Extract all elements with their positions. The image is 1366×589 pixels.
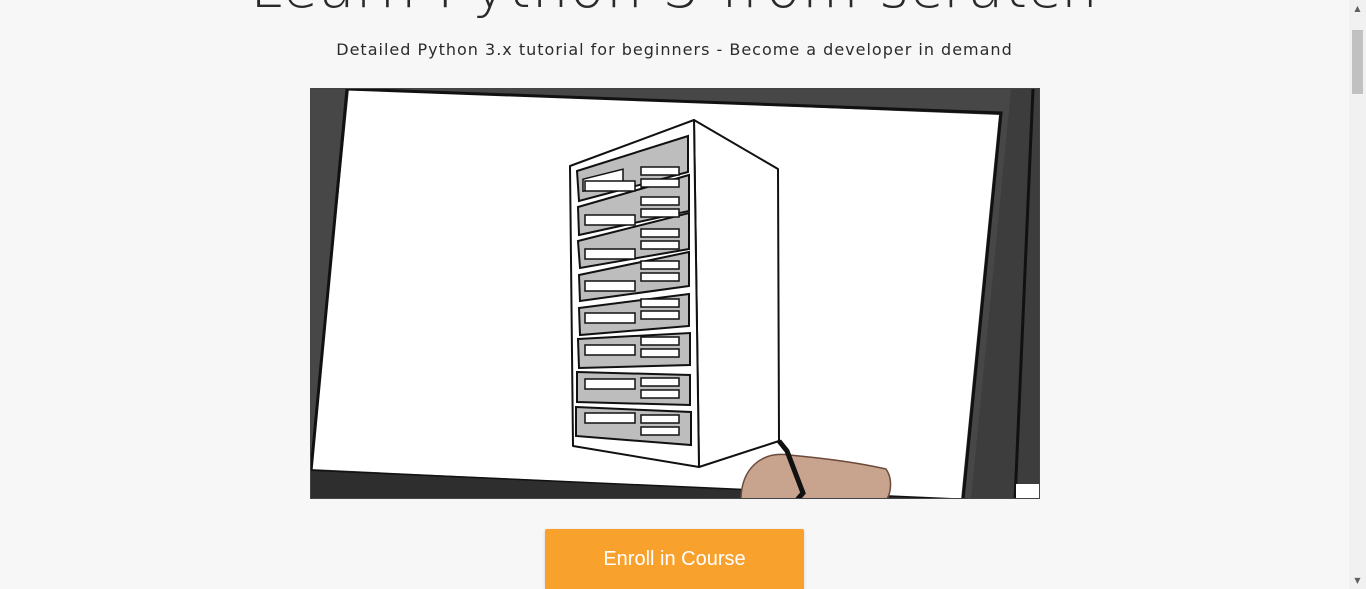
scroll-up-arrow-icon[interactable]: ▲ xyxy=(1349,0,1366,17)
promo-video[interactable] xyxy=(310,88,1040,499)
enroll-in-course-button[interactable]: Enroll in Course xyxy=(545,529,804,589)
page-subtitle: Detailed Python 3.x tutorial for beginne… xyxy=(336,40,1013,59)
page-scrollbar[interactable]: ▲ ▼ xyxy=(1349,0,1366,589)
scroll-thumb[interactable] xyxy=(1352,30,1363,94)
page-title: Learn Python 3 from scratch xyxy=(0,0,1349,16)
server-rack-drawing-icon xyxy=(311,89,1039,498)
course-landing-page: Learn Python 3 from scratch Detailed Pyt… xyxy=(0,0,1349,589)
scroll-down-arrow-icon[interactable]: ▼ xyxy=(1349,572,1366,589)
